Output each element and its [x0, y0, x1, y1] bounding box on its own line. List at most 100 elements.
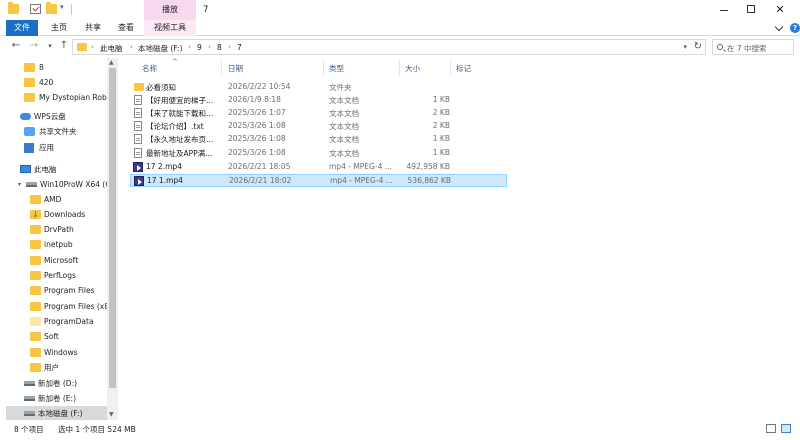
column-header-size[interactable]: 大小	[405, 63, 420, 74]
nav-item-drive-c[interactable]: ▾ Win10ProW X64 (C	[18, 177, 111, 192]
column-header-type[interactable]: 类型	[329, 63, 344, 74]
breadcrumb-separator-icon[interactable]: ›	[208, 43, 211, 51]
column-divider[interactable]	[399, 60, 400, 76]
collapse-chevron-icon[interactable]: ▾	[18, 177, 21, 192]
file-list: 名称 ^ 日期 类型 大小 标记 必看须知 2026/2/22 10:54 文件…	[124, 58, 800, 420]
nav-item-my-dystopian-rob[interactable]: My Dystopian Rob	[24, 90, 108, 105]
column-header-date[interactable]: 日期	[228, 63, 243, 74]
navigation-pane: 8 420 My Dystopian Rob WPS云盘 共享文件夹 应用 此电…	[0, 58, 118, 420]
nav-item-windows[interactable]: Windows	[30, 345, 108, 360]
tab-video-tools[interactable]: 视频工具	[144, 20, 196, 36]
breadcrumb-separator-icon[interactable]: ›	[188, 43, 191, 51]
folder-icon	[30, 317, 41, 326]
nav-item-apps[interactable]: 应用	[24, 140, 108, 155]
column-divider[interactable]	[323, 60, 324, 76]
file-row[interactable]: 必看须知 2026/2/22 10:54 文件夹	[130, 81, 507, 94]
back-arrow-icon[interactable]: ←	[10, 40, 22, 52]
file-row[interactable]: 【好用便宜的梯子... 2026/1/9 8:18 文本文档 1 KB	[130, 94, 507, 107]
nav-item-soft[interactable]: Soft	[30, 329, 108, 344]
drive-icon	[24, 396, 35, 401]
maximize-button[interactable]	[736, 0, 766, 20]
toolbar-divider	[71, 4, 72, 15]
customize-toolbar-chevron-icon[interactable]: ▾	[60, 3, 64, 11]
breadcrumb-folder-8[interactable]: 8	[217, 43, 222, 52]
file-row[interactable]: 最新地址及APP满... 2025/3/26 1:08 文本文档 1 KB	[130, 147, 507, 160]
large-icons-view-icon[interactable]	[781, 424, 791, 433]
nav-item-label: AMD	[44, 195, 62, 204]
address-bar[interactable]: › 此电脑 › 本地磁盘 (F:) › 9 › 8 › 7 ▾ ↻	[72, 39, 706, 55]
file-date: 2026/2/21 18:05	[228, 162, 291, 171]
nav-item-wps-cloud[interactable]: WPS云盘	[20, 109, 108, 124]
close-button[interactable]: ✕	[765, 0, 795, 20]
scroll-up-icon[interactable]: ▲	[109, 59, 114, 66]
new-folder-icon[interactable]	[46, 2, 57, 14]
properties-icon[interactable]	[30, 4, 41, 14]
tab-file[interactable]: 文件	[6, 20, 38, 36]
forward-arrow-icon[interactable]: →	[28, 40, 40, 52]
breadcrumb-this-pc[interactable]: 此电脑	[100, 43, 123, 54]
file-name: 【论坛介绍】.txt	[146, 122, 204, 131]
tab-home[interactable]: 主页	[44, 20, 74, 36]
folder-icon[interactable]	[8, 2, 19, 14]
nav-item-this-pc[interactable]: 此电脑	[20, 162, 108, 177]
nav-item-drvpath[interactable]: DrvPath	[30, 222, 108, 237]
breadcrumb-separator-icon[interactable]: ›	[228, 43, 231, 51]
expand-ribbon-chevron-icon[interactable]	[774, 22, 784, 32]
nav-item-program-files-x86[interactable]: Program Files (x8	[30, 299, 109, 314]
folder-icon	[24, 93, 35, 102]
tab-share[interactable]: 共享	[78, 20, 108, 36]
folder-icon	[77, 43, 87, 51]
address-history-chevron-icon[interactable]: ▾	[683, 43, 687, 51]
folder-icon	[30, 332, 41, 341]
scroll-down-icon[interactable]: ▼	[109, 411, 114, 418]
nav-item-shared-folder[interactable]: 共享文件夹	[24, 124, 108, 139]
file-row[interactable]: 【论坛介绍】.txt 2025/3/26 1:08 文本文档 2 KB	[130, 120, 507, 133]
file-date: 2026/2/22 10:54	[228, 82, 291, 91]
nav-item-perflogs[interactable]: PerfLogs	[30, 268, 108, 283]
nav-item-drive-d[interactable]: 新加卷 (D:)	[24, 376, 108, 391]
nav-item-programdata[interactable]: ProgramData	[30, 314, 108, 329]
column-divider[interactable]	[221, 60, 222, 76]
recent-locations-chevron-icon[interactable]: ▾	[44, 40, 56, 52]
folder-icon	[24, 78, 35, 87]
nav-item-label: 用户	[44, 363, 59, 372]
nav-item-8[interactable]: 8	[24, 60, 108, 75]
column-header-name[interactable]: 名称	[142, 63, 157, 74]
file-row-selected[interactable]: 17 1.mp4 2026/2/21 18:02 mp4 - MPEG-4 ..…	[130, 174, 507, 187]
column-divider[interactable]	[450, 60, 451, 76]
tab-view[interactable]: 查看	[111, 20, 141, 36]
breadcrumb-folder-7[interactable]: 7	[237, 43, 242, 52]
file-row[interactable]: 17 2.mp4 2026/2/21 18:05 mp4 - MPEG-4 ..…	[130, 161, 507, 174]
nav-item-downloads[interactable]: Downloads	[30, 207, 108, 222]
minimize-button[interactable]	[708, 0, 738, 20]
nav-item-program-files[interactable]: Program Files	[30, 283, 108, 298]
file-row[interactable]: 【来了就能下载和... 2025/3/26 1:07 文本文档 2 KB	[130, 107, 507, 120]
nav-item-inetpub[interactable]: inetpub	[30, 237, 108, 252]
nav-item-drive-e[interactable]: 新加卷 (E:)	[24, 391, 108, 406]
refresh-icon[interactable]: ↻	[694, 41, 702, 52]
breadcrumb-drive-f[interactable]: 本地磁盘 (F:)	[138, 43, 183, 54]
details-view-icon[interactable]	[766, 424, 776, 433]
file-name: 【永久地址发布页...	[146, 135, 214, 144]
breadcrumb-separator-icon[interactable]: ›	[91, 43, 94, 51]
nav-item-amd[interactable]: AMD	[30, 192, 108, 207]
nav-item-label: inetpub	[44, 240, 73, 249]
up-arrow-icon[interactable]: ↑	[58, 40, 70, 52]
nav-item-microsoft[interactable]: Microsoft	[30, 253, 108, 268]
folder-icon	[134, 83, 144, 91]
file-size: 536,862 KB	[407, 176, 451, 185]
breadcrumb-separator-icon[interactable]: ›	[130, 43, 133, 51]
help-icon[interactable]: ?	[790, 23, 800, 33]
folder-icon	[30, 256, 41, 265]
nav-item-drive-f[interactable]: 本地磁盘 (F:)	[6, 406, 108, 420]
column-header-tags[interactable]: 标记	[456, 63, 471, 74]
nav-item-label: Soft	[44, 332, 59, 341]
drive-icon	[26, 182, 37, 187]
nav-item-420[interactable]: 420	[24, 75, 108, 90]
file-row[interactable]: 【永久地址发布页... 2025/3/26 1:08 文本文档 1 KB	[130, 133, 507, 146]
breadcrumb-folder-9[interactable]: 9	[197, 43, 202, 52]
nav-scrollbar-thumb[interactable]	[109, 68, 116, 388]
nav-item-label: ProgramData	[44, 317, 94, 326]
nav-item-users[interactable]: 用户	[30, 360, 108, 375]
search-input[interactable]: 在 7 中搜索	[712, 39, 794, 55]
